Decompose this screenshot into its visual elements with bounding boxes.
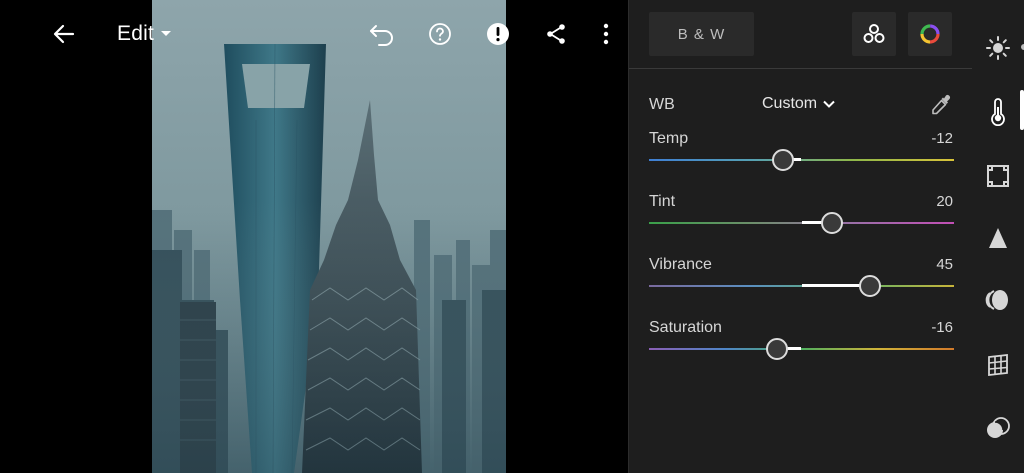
slider-label: Saturation [649, 319, 722, 336]
adjustment-panel: B & W WB Custom Temp -12 Tint 20 Vibranc… [628, 0, 973, 473]
panel-header: B & W [629, 0, 973, 69]
photo-canvas[interactable] [152, 0, 506, 473]
color-grading-button[interactable] [908, 12, 952, 56]
slider-thumb[interactable] [859, 275, 882, 297]
slider-value[interactable]: -16 [931, 319, 953, 336]
eyedropper-icon[interactable] [928, 92, 954, 118]
chevron-down-icon [823, 100, 835, 108]
slider-vibrance: Vibrance 45 [649, 256, 954, 306]
slider-track[interactable] [649, 159, 954, 161]
slider-label: Vibrance [649, 256, 712, 273]
slider-saturation: Saturation -16 [649, 319, 954, 369]
slider-value[interactable]: -12 [931, 130, 953, 147]
slider-label: Tint [649, 193, 676, 210]
optics-icon[interactable] [982, 284, 1014, 316]
color-mix-icon [863, 24, 885, 43]
slider-tint: Tint 20 [649, 193, 954, 243]
active-tool-indicator [1020, 90, 1024, 130]
edit-menu-dropdown[interactable]: Edit [117, 20, 172, 48]
geometry-icon[interactable] [982, 348, 1014, 380]
color-icon[interactable] [982, 96, 1014, 128]
effects-icon[interactable] [982, 160, 1014, 192]
wb-preset-value: Custom [762, 95, 818, 112]
presets-icon[interactable] [982, 412, 1014, 444]
alert-icon[interactable] [478, 14, 518, 54]
more-vertical-icon[interactable] [586, 14, 626, 54]
photo-stage: Edit [0, 0, 628, 473]
detail-icon[interactable] [982, 222, 1014, 254]
color-wheel-icon [920, 24, 940, 44]
edit-menu-label: Edit [117, 22, 154, 45]
black-white-button[interactable]: B & W [649, 12, 754, 56]
slider-temp: Temp -12 [649, 130, 954, 180]
help-icon[interactable] [420, 14, 460, 54]
slider-value[interactable]: 20 [936, 193, 953, 210]
slider-value[interactable]: 45 [936, 256, 953, 273]
slider-track[interactable] [649, 348, 954, 350]
wb-label: WB [649, 96, 675, 113]
light-icon[interactable] [982, 32, 1014, 64]
wb-preset-dropdown[interactable]: Custom [762, 95, 835, 113]
chevron-down-icon [161, 31, 171, 36]
color-mix-button[interactable] [852, 12, 896, 56]
slider-label: Temp [649, 130, 689, 147]
undo-icon[interactable] [362, 14, 402, 54]
top-toolbar: Edit [0, 0, 628, 68]
white-balance-row: WB Custom [649, 92, 954, 118]
share-icon[interactable] [536, 14, 576, 54]
slider-thumb[interactable] [821, 212, 843, 234]
slider-thumb[interactable] [772, 149, 795, 171]
back-arrow-icon[interactable] [44, 14, 84, 54]
tool-rail [972, 0, 1024, 473]
slider-thumb[interactable] [766, 338, 789, 360]
